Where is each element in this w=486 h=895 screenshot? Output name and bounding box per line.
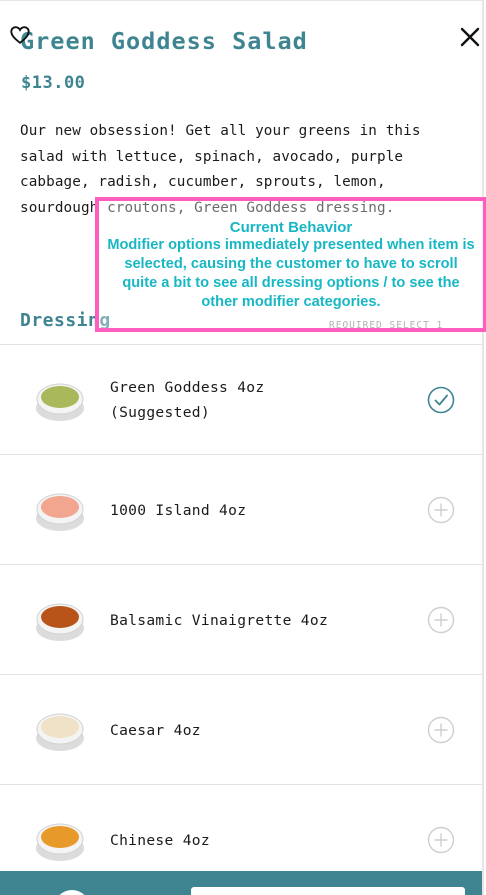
annotation-title: Current Behavior xyxy=(229,219,353,236)
dressing-options-list: Green Goddess 4oz (Suggested) 1000 Islan… xyxy=(0,344,482,894)
annotation-text: Modifier options immediately presented w… xyxy=(107,237,475,310)
dressing-fill xyxy=(41,606,79,628)
dressing-thumbnail xyxy=(36,603,84,641)
option-green-goddess[interactable]: Green Goddess 4oz (Suggested) xyxy=(0,344,482,454)
close-x-icon[interactable] xyxy=(458,25,482,49)
add-to-cart-bar xyxy=(0,871,482,895)
dressing-fill xyxy=(41,826,79,848)
dressing-fill xyxy=(41,386,79,408)
plus-circle-icon[interactable] xyxy=(427,826,455,854)
option-label: Caesar 4oz xyxy=(110,721,201,739)
option-label: Green Goddess 4oz (Suggested) xyxy=(110,379,265,421)
option-1000-island[interactable]: 1000 Island 4oz xyxy=(0,454,482,564)
annotation-callout: Current Behavior Modifier options immedi… xyxy=(95,197,486,332)
heart-outline-icon[interactable] xyxy=(9,24,31,46)
item-title: Green Goddess Salad xyxy=(20,27,308,55)
dressing-thumbnail xyxy=(36,493,84,531)
dressing-thumbnail xyxy=(36,823,84,861)
option-label: Balsamic Vinaigrette 4oz xyxy=(110,611,329,629)
plus-circle-icon[interactable] xyxy=(427,496,455,524)
item-price: $13.00 xyxy=(21,73,86,93)
dressing-fill xyxy=(41,496,79,518)
check-circle-icon[interactable] xyxy=(427,386,455,414)
dressing-thumbnail xyxy=(36,383,84,421)
dressing-thumbnail xyxy=(36,713,84,751)
option-balsamic-vinaigrette[interactable]: Balsamic Vinaigrette 4oz xyxy=(0,564,482,674)
quantity-button[interactable] xyxy=(54,890,90,895)
plus-circle-icon[interactable] xyxy=(427,716,455,744)
option-label: 1000 Island 4oz xyxy=(110,501,247,519)
item-modal: Green Goddess Salad $13.00 Our new obses… xyxy=(0,0,484,895)
dressing-fill xyxy=(41,716,79,738)
option-caesar[interactable]: Caesar 4oz xyxy=(0,674,482,784)
add-to-order-button[interactable] xyxy=(191,887,465,895)
plus-circle-icon[interactable] xyxy=(427,606,455,634)
